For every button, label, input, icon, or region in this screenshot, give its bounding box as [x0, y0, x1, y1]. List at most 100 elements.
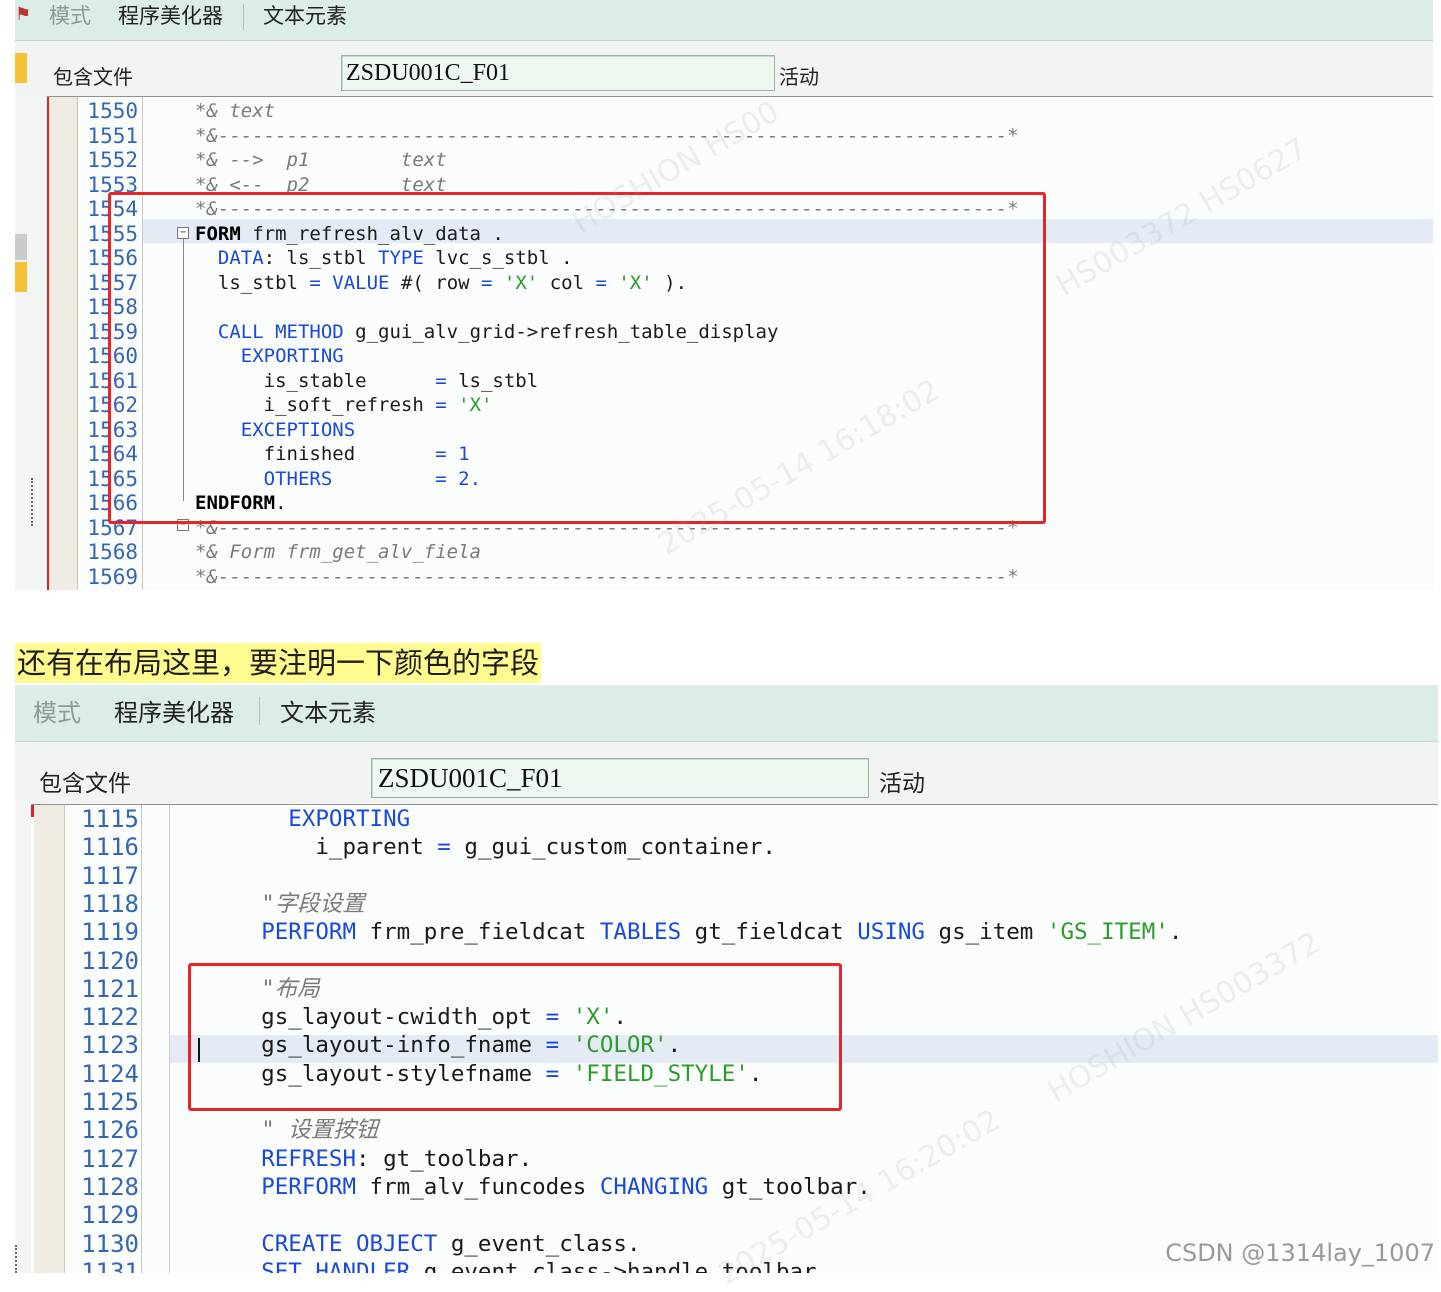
- code-line[interactable]: *&--------------------------------------…: [195, 124, 1019, 149]
- code-token: " 设置按钮: [261, 1117, 379, 1144]
- left-gutter: [34, 805, 65, 1273]
- include-field[interactable]: ZSDU001C_F01: [371, 758, 869, 798]
- code-token: REFRESH: [261, 1145, 357, 1172]
- code-token: =: [437, 834, 451, 861]
- text-elements-button[interactable]: 文本元素: [263, 0, 347, 30]
- code-token: *&--------------------------------------…: [195, 565, 1019, 588]
- code-line[interactable]: *& Form frm_get_alv_fiela: [195, 540, 481, 565]
- line-number: 1550: [87, 99, 138, 123]
- code-token: 'GS_ITEM': [1046, 919, 1169, 946]
- code-line[interactable]: PERFORM frm_alv_funcodes CHANGING gt_too…: [207, 1173, 871, 1201]
- annotation-note: 还有在布局这里，要注明一下颜色的字段: [15, 643, 542, 683]
- line-number: 1552: [87, 148, 138, 172]
- code-token: frm_pre_fieldcat: [356, 919, 600, 946]
- line-number: 1129: [81, 1201, 139, 1230]
- resize-grip[interactable]: [31, 478, 37, 526]
- line-number: 1128: [81, 1172, 139, 1201]
- code-token: CHANGING: [599, 1173, 709, 1200]
- toolbar-separator: [243, 4, 244, 30]
- line-number: 1131: [81, 1257, 139, 1273]
- code-token: SET HANDLER: [261, 1258, 411, 1273]
- include-field[interactable]: ZSDU001C_F01: [341, 55, 775, 91]
- line-number: 1118: [81, 889, 139, 918]
- code-token: gt_toolbar.: [708, 1173, 871, 1200]
- code-token: i_parent: [207, 834, 438, 861]
- code-token: g_gui_custom_container.: [450, 834, 776, 861]
- top-header: 包含文件 ZSDU001C_F01 活动: [15, 41, 1433, 95]
- code-token: *&--------------------------------------…: [195, 124, 1019, 147]
- code-line[interactable]: *& text: [195, 99, 275, 124]
- code-token: .: [1168, 919, 1183, 946]
- code-line[interactable]: "字段设置: [207, 890, 365, 918]
- line-number: 1124: [81, 1059, 139, 1088]
- code-token: gt_fieldcat: [681, 919, 858, 946]
- code-token: : gt_toolbar.: [356, 1145, 533, 1172]
- app-icon: ⚑: [15, 4, 32, 24]
- code-token: gs_item: [924, 919, 1047, 946]
- highlight-box-form: [108, 192, 1046, 524]
- scroll-marker: [15, 262, 27, 292]
- toolbar-separator: [259, 697, 260, 725]
- line-number: 1116: [81, 833, 139, 862]
- line-number: 1121: [81, 974, 139, 1003]
- mode-button[interactable]: 模式: [33, 693, 81, 728]
- code-token: g_event_class.: [437, 1230, 641, 1257]
- include-label: 包含文件: [39, 771, 131, 797]
- line-number: 1122: [81, 1003, 139, 1032]
- code-line[interactable]: REFRESH: gt_toolbar.: [207, 1145, 532, 1173]
- line-number: 1569: [87, 564, 138, 589]
- code-token: "字段设置: [261, 890, 365, 917]
- line-number: 1126: [81, 1116, 139, 1145]
- code-line[interactable]: " 设置按钮: [207, 1116, 378, 1144]
- code-line[interactable]: SET HANDLER g_event_class->handle_toolba…: [207, 1258, 817, 1273]
- resize-grip[interactable]: [15, 1245, 21, 1273]
- line-number: 1127: [81, 1144, 139, 1173]
- text-elements-button[interactable]: 文本元素: [280, 693, 376, 728]
- code-line[interactable]: i_parent = g_gui_custom_container.: [207, 833, 776, 861]
- line-number: 1551: [87, 123, 138, 148]
- code-line[interactable]: EXPORTING: [207, 805, 410, 833]
- csdn-watermark: CSDN @1314lay_1007: [1165, 1239, 1435, 1267]
- pretty-printer-button[interactable]: 程序美化器: [118, 0, 223, 30]
- line-number: 1117: [81, 861, 139, 890]
- status-label: 活动: [779, 65, 819, 89]
- code-token: *& --> p1 text: [195, 149, 447, 171]
- status-label: 活动: [879, 771, 925, 797]
- code-token: g_event_class->handle_toolbar: [410, 1258, 817, 1273]
- left-gutter: [49, 97, 78, 590]
- line-number: 1568: [87, 540, 138, 564]
- bottom-toolbar: 模式 程序美化器 文本元素: [15, 685, 1438, 742]
- highlight-box-layout: [188, 963, 842, 1111]
- pretty-printer-button[interactable]: 程序美化器: [114, 693, 234, 728]
- code-token: CREATE OBJECT: [261, 1230, 438, 1257]
- line-number: 1119: [81, 918, 139, 947]
- include-label: 包含文件: [53, 65, 133, 89]
- mode-button[interactable]: 模式: [49, 0, 91, 30]
- bottom-header: 包含文件 ZSDU001C_F01 活动: [15, 742, 1438, 802]
- code-line[interactable]: *&--------------------------------------…: [195, 565, 1019, 590]
- code-line[interactable]: *& --> p1 text: [195, 148, 447, 173]
- line-number: 1120: [81, 946, 139, 975]
- line-number: 1115: [81, 805, 139, 833]
- line-number: 1130: [81, 1229, 139, 1258]
- code-token: frm_alv_funcodes: [356, 1173, 600, 1200]
- line-number: 1125: [81, 1088, 139, 1116]
- status-marker: [15, 53, 27, 83]
- code-token: USING: [857, 919, 925, 946]
- top-toolbar: ⚑ 模式 程序美化器 文本元素: [15, 0, 1433, 41]
- code-token: *& Form frm_get_alv_fiela: [195, 541, 481, 563]
- line-number: 1123: [81, 1031, 139, 1060]
- code-line[interactable]: PERFORM frm_pre_fieldcat TABLES gt_field…: [207, 918, 1182, 946]
- code-token: PERFORM: [261, 919, 357, 946]
- code-line[interactable]: CREATE OBJECT g_event_class.: [207, 1230, 641, 1258]
- code-token: PERFORM: [261, 1173, 357, 1200]
- code-token: EXPORTING: [288, 806, 411, 832]
